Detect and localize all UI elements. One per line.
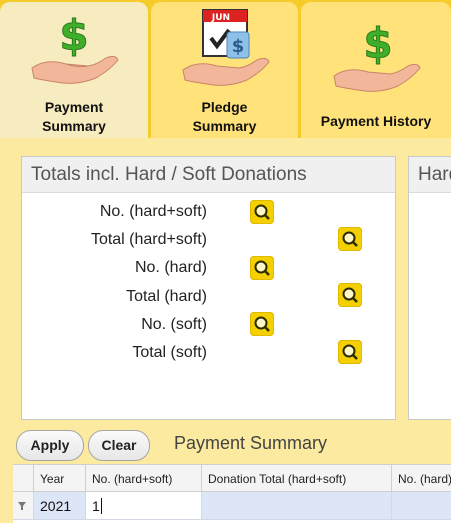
lookup-icon[interactable] bbox=[338, 227, 362, 251]
tab-payment-history[interactable]: $ Payment History bbox=[301, 2, 451, 138]
tab-pledge-summary[interactable]: JUN $ Pledge Summary bbox=[151, 2, 298, 138]
lookup-icon[interactable] bbox=[250, 256, 274, 280]
svg-text:$: $ bbox=[231, 36, 244, 57]
table-cell-no-hard[interactable] bbox=[392, 492, 451, 520]
money-hand-icon: $ bbox=[31, 11, 119, 84]
grid-header-indicator bbox=[13, 464, 34, 492]
lookup-icon[interactable] bbox=[338, 340, 362, 364]
cell-value: 1 bbox=[92, 498, 100, 514]
column-header-no-hard-soft[interactable]: No. (hard+soft) bbox=[86, 464, 202, 492]
tab-label: Payment History bbox=[320, 113, 432, 129]
panel-title: Totals incl. Hard / Soft Donations bbox=[22, 157, 395, 193]
tab-label-line2: Summary bbox=[192, 118, 257, 134]
calendar-money-hand-icon: JUN $ bbox=[181, 9, 270, 86]
column-header-year[interactable]: Year bbox=[34, 464, 86, 492]
column-header-donation-total[interactable]: Donation Total (hard+soft) bbox=[202, 464, 392, 492]
table-cell-year[interactable]: 2021 bbox=[34, 492, 86, 520]
lookup-icon[interactable] bbox=[338, 283, 362, 307]
lookup-icon[interactable] bbox=[250, 312, 274, 336]
panel-title: Hard bbox=[409, 157, 451, 193]
tab-payment-summary[interactable]: $ Payment Summary bbox=[0, 2, 148, 138]
money-hand-icon: $ bbox=[333, 19, 421, 92]
row-label-no-hard: No. (hard) bbox=[134, 259, 207, 276]
svg-text:$: $ bbox=[363, 19, 392, 68]
row-label-no-soft: No. (soft) bbox=[141, 316, 207, 333]
tab-label-line1: Payment bbox=[44, 99, 104, 115]
payment-summary-grid: Year No. (hard+soft) Donation Total (har… bbox=[13, 464, 451, 523]
filter-row-indicator[interactable] bbox=[13, 492, 34, 520]
totals-panel: Totals incl. Hard / Soft Donations No. (… bbox=[21, 156, 396, 420]
tab-label-line1: Pledge bbox=[201, 99, 248, 115]
clear-button[interactable]: Clear bbox=[88, 430, 150, 461]
lookup-icon[interactable] bbox=[250, 200, 274, 224]
row-label-total-hard-soft: Total (hard+soft) bbox=[90, 231, 207, 248]
filter-icon bbox=[18, 502, 26, 510]
row-label-no-hard-soft: No. (hard+soft) bbox=[99, 203, 207, 220]
hard-panel: Hard bbox=[408, 156, 451, 420]
tab-label-line2: Summary bbox=[42, 118, 106, 134]
row-label-total-soft: Total (soft) bbox=[132, 344, 207, 361]
calendar-month: JUN bbox=[210, 13, 229, 23]
table-cell-no-hard-soft[interactable]: 1 bbox=[86, 492, 202, 520]
apply-button[interactable]: Apply bbox=[16, 430, 84, 461]
svg-text:$: $ bbox=[59, 11, 88, 60]
row-label-total-hard: Total (hard) bbox=[126, 288, 207, 305]
section-title: Payment Summary bbox=[174, 433, 328, 453]
column-header-no-hard[interactable]: No. (hard) bbox=[392, 464, 451, 492]
table-cell-donation-total[interactable] bbox=[202, 492, 392, 520]
